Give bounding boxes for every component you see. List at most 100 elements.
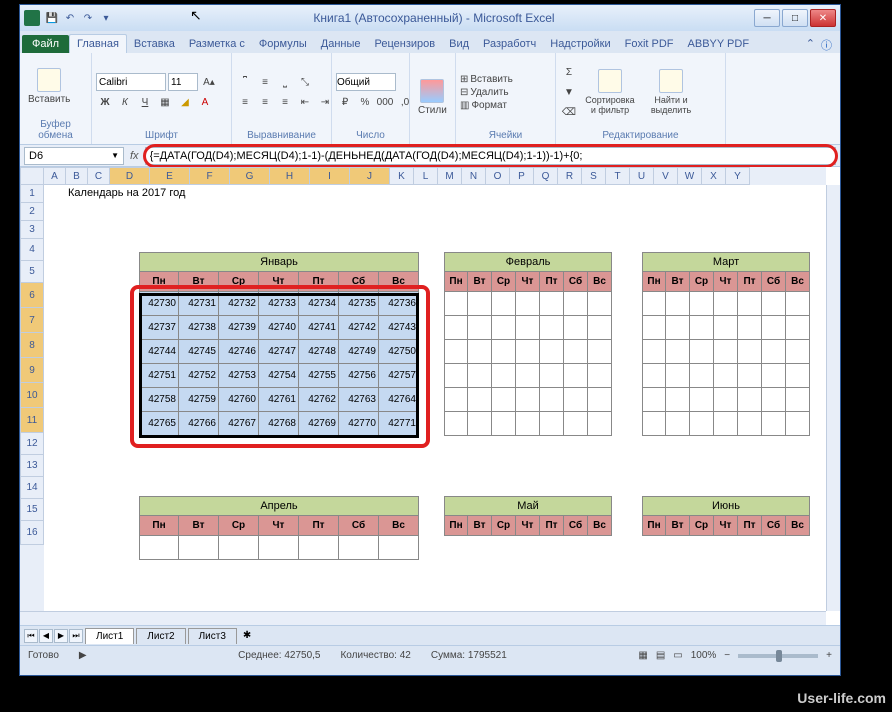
sort-filter-button[interactable]: Сортировка и фильтр xyxy=(581,67,639,117)
col-header-N[interactable]: N xyxy=(462,167,486,185)
calendar-cell[interactable] xyxy=(714,388,738,412)
calendar-cell[interactable] xyxy=(540,388,564,412)
col-header-W[interactable]: W xyxy=(678,167,702,185)
row-header-2[interactable]: 2 xyxy=(20,203,44,221)
tab-developer[interactable]: Разработч xyxy=(476,35,543,53)
calendar-cell[interactable] xyxy=(444,316,468,340)
day-header[interactable]: Ср xyxy=(690,516,714,536)
select-all-corner[interactable] xyxy=(20,167,44,185)
calendar-cell[interactable] xyxy=(588,412,612,436)
calendar-cell[interactable] xyxy=(714,292,738,316)
calendar-cell[interactable]: 42732 xyxy=(219,292,259,316)
tab-view[interactable]: Вид xyxy=(442,35,476,53)
calendar-cell[interactable]: 42748 xyxy=(299,340,339,364)
calendar-cell[interactable] xyxy=(762,340,786,364)
calendar-cell[interactable] xyxy=(762,364,786,388)
day-header[interactable]: Вс xyxy=(786,272,810,292)
calendar-cell[interactable] xyxy=(468,316,492,340)
tab-formulas[interactable]: Формулы xyxy=(252,35,314,53)
underline-icon[interactable]: Ч xyxy=(136,93,154,111)
calendar-cell[interactable]: 42743 xyxy=(379,316,419,340)
calendar-cell[interactable]: 42768 xyxy=(259,412,299,436)
redo-icon[interactable]: ↷ xyxy=(80,10,96,26)
view-layout-icon[interactable]: ▤ xyxy=(656,650,665,661)
calendar-cell[interactable] xyxy=(564,340,588,364)
undo-icon[interactable]: ↶ xyxy=(62,10,78,26)
cells-area[interactable]: Календарь на 2017 год Январь ПнВтСрЧтПтС… xyxy=(44,185,826,611)
calendar-cell[interactable] xyxy=(468,364,492,388)
formula-bar[interactable] xyxy=(145,147,836,165)
day-header[interactable]: Чт xyxy=(259,272,299,292)
view-normal-icon[interactable]: ▦ xyxy=(638,650,647,661)
calendar-cell[interactable] xyxy=(516,388,540,412)
calendar-cell[interactable] xyxy=(564,412,588,436)
day-header[interactable]: Сб xyxy=(762,272,786,292)
day-header[interactable]: Пн xyxy=(444,272,468,292)
calendar-cell[interactable]: 42756 xyxy=(339,364,379,388)
calendar-cell[interactable]: 42766 xyxy=(179,412,219,436)
currency-icon[interactable]: ₽ xyxy=(336,93,354,111)
calendar-cell[interactable] xyxy=(444,364,468,388)
calendar-cell[interactable] xyxy=(714,340,738,364)
day-header[interactable]: Ср xyxy=(492,516,516,536)
tab-data[interactable]: Данные xyxy=(314,35,368,53)
day-header[interactable]: Сб xyxy=(339,272,379,292)
tab-insert[interactable]: Вставка xyxy=(127,35,182,53)
calendar-cell[interactable]: 42738 xyxy=(179,316,219,340)
calendar-cell[interactable] xyxy=(139,536,179,560)
calendar-cell[interactable] xyxy=(468,388,492,412)
day-header[interactable]: Пт xyxy=(540,272,564,292)
col-header-J[interactable]: J xyxy=(350,167,390,185)
calendar-cell[interactable]: 42759 xyxy=(179,388,219,412)
col-header-Q[interactable]: Q xyxy=(534,167,558,185)
day-header[interactable]: Вт xyxy=(666,272,690,292)
col-header-K[interactable]: K xyxy=(390,167,414,185)
row-header-5[interactable]: 5 xyxy=(20,261,44,283)
day-header[interactable]: Вт xyxy=(179,516,219,536)
calendar-cell[interactable]: 42763 xyxy=(339,388,379,412)
day-header[interactable]: Пн xyxy=(642,516,666,536)
calendar-cell[interactable] xyxy=(492,388,516,412)
calendar-cell[interactable] xyxy=(468,292,492,316)
calendar-cell[interactable] xyxy=(468,412,492,436)
sheet-nav-prev-icon[interactable]: ◀ xyxy=(39,629,53,643)
calendar-cell[interactable]: 42752 xyxy=(179,364,219,388)
month-title-may[interactable]: Май xyxy=(444,496,612,516)
col-header-P[interactable]: P xyxy=(510,167,534,185)
month-title-jun[interactable]: Июнь xyxy=(642,496,810,516)
calendar-cell[interactable] xyxy=(738,292,762,316)
day-header[interactable]: Пт xyxy=(738,516,762,536)
calendar-cell[interactable] xyxy=(738,316,762,340)
calendar-cell[interactable] xyxy=(666,412,690,436)
calendar-cell[interactable] xyxy=(179,536,219,560)
namebox-dropdown-icon[interactable]: ▼ xyxy=(111,151,119,160)
calendar-cell[interactable]: 42730 xyxy=(139,292,179,316)
calendar-cell[interactable]: 42769 xyxy=(299,412,339,436)
calendar-cell[interactable] xyxy=(762,292,786,316)
day-header[interactable]: Вт xyxy=(468,516,492,536)
col-header-S[interactable]: S xyxy=(582,167,606,185)
calendar-cell[interactable] xyxy=(738,340,762,364)
calendar-cell[interactable] xyxy=(588,340,612,364)
calendar-cell[interactable] xyxy=(516,412,540,436)
calendar-cell[interactable] xyxy=(259,536,299,560)
calendar-cell[interactable] xyxy=(714,412,738,436)
calendar-cell[interactable]: 42753 xyxy=(219,364,259,388)
day-header[interactable]: Вт xyxy=(468,272,492,292)
col-header-G[interactable]: G xyxy=(230,167,270,185)
grow-font-icon[interactable]: A▴ xyxy=(200,73,218,91)
day-header[interactable]: Пт xyxy=(738,272,762,292)
day-header[interactable]: Вс xyxy=(588,272,612,292)
calendar-cell[interactable] xyxy=(588,316,612,340)
tab-foxit[interactable]: Foxit PDF xyxy=(618,35,681,53)
day-header[interactable]: Ср xyxy=(690,272,714,292)
minimize-button[interactable]: ─ xyxy=(754,9,780,27)
calendar-cell[interactable]: 42739 xyxy=(219,316,259,340)
orientation-icon[interactable]: ⤡ xyxy=(296,73,314,91)
row-header-4[interactable]: 4 xyxy=(20,239,44,261)
calendar-cell[interactable] xyxy=(444,388,468,412)
calendar-cell[interactable]: 42734 xyxy=(299,292,339,316)
col-header-T[interactable]: T xyxy=(606,167,630,185)
day-header[interactable]: Чт xyxy=(714,272,738,292)
styles-button[interactable]: Стили xyxy=(414,77,451,118)
